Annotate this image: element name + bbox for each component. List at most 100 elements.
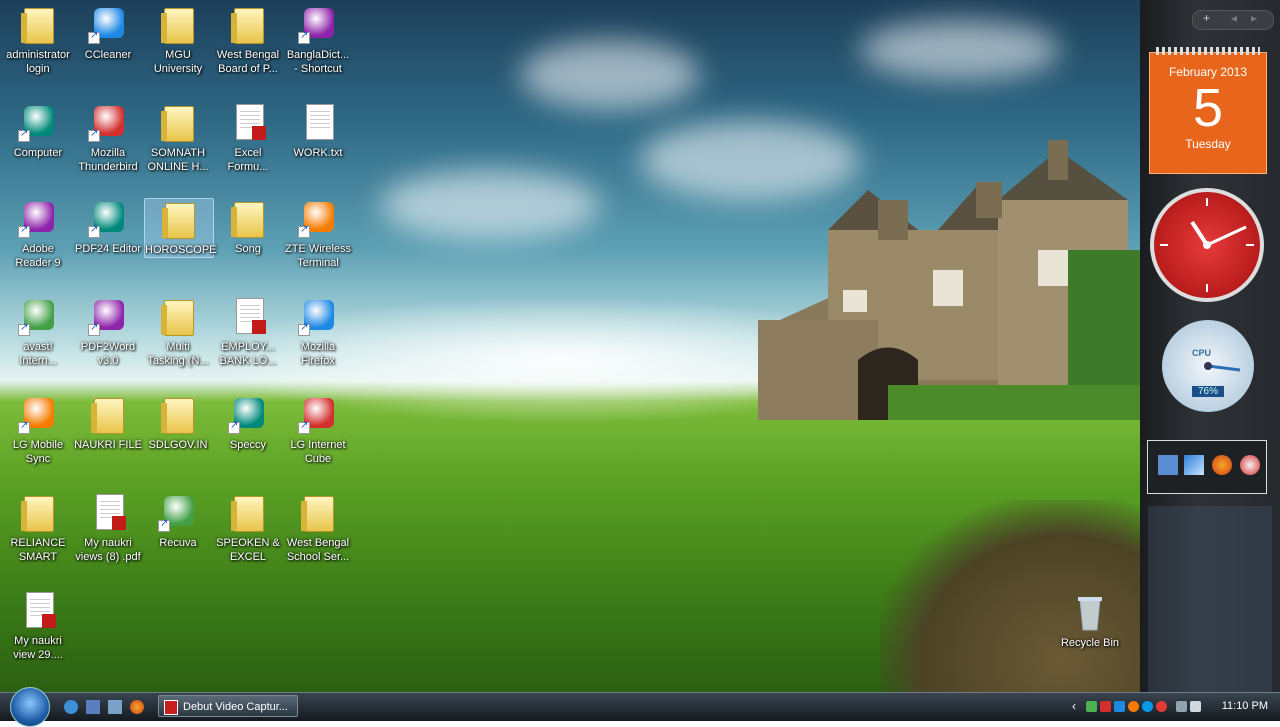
app-launcher-gadget — [1147, 440, 1267, 494]
desktop-icon-label: Mozilla Thunderbird — [78, 147, 138, 173]
desktop-icon-label: Excel Formu... — [227, 147, 269, 173]
desktop-icon-label: My naukri views (8) .pdf — [75, 537, 141, 563]
folder-icon — [158, 296, 198, 336]
desktop-icon[interactable]: My naukri views (8) .pdf — [74, 492, 142, 564]
desktop-icon[interactable]: ZTE Wireless Terminal — [284, 198, 352, 270]
application-icon — [18, 102, 58, 142]
internet-explorer-icon[interactable] — [64, 700, 78, 714]
pdf-file-icon — [228, 102, 268, 142]
desktop-icon-label: My naukri view 29.... — [13, 635, 63, 661]
switch-windows-icon[interactable] — [108, 700, 122, 714]
cpu-meter-gadget[interactable]: CPU 76% — [1162, 320, 1254, 412]
desktop-icon[interactable]: MGU University — [144, 4, 212, 76]
firefox-icon[interactable] — [1212, 455, 1232, 475]
desktop-icon[interactable]: Adobe Reader 9 — [4, 198, 72, 270]
desktop-icon-label: PDF24 Editor — [74, 243, 142, 255]
desktop-icon[interactable]: SOMNATH ONLINE H... — [144, 102, 212, 174]
desktop-icon[interactable]: administrator login — [4, 4, 72, 76]
application-icon — [88, 198, 128, 238]
desktop-icon-label: RELIANCE SMART — [10, 537, 66, 563]
desktop-icon[interactable]: PDF2Word v3.0 — [74, 296, 142, 368]
desktop-icon[interactable]: West Bengal Board of P... — [214, 4, 282, 76]
desktop-icon[interactable]: SPEOKEN & EXCEL — [214, 492, 282, 564]
taskbar-button-debut[interactable]: Debut Video Captur... — [158, 695, 298, 717]
desktop-icon-label: PDF2Word v3.0 — [80, 341, 136, 367]
desktop-icon-label: avast! Intern... — [19, 341, 57, 367]
tray-network-icon[interactable] — [1086, 701, 1097, 712]
desktop-icon[interactable]: Song — [214, 198, 282, 256]
application-icon — [158, 492, 198, 532]
desktop-icon[interactable]: LG Internet Cube — [284, 394, 352, 466]
desktop-icon[interactable]: SDLGOV.IN — [144, 394, 212, 452]
application-icon — [298, 198, 338, 238]
desktop-icon-label: EMPLOY... BANK LO... — [219, 341, 277, 367]
recycle-bin-icon[interactable]: Recycle Bin — [1056, 592, 1124, 650]
display-icon[interactable] — [1176, 701, 1187, 712]
folder-icon — [298, 492, 338, 532]
cloud — [380, 170, 600, 240]
desktop-icon[interactable]: My naukri view 29.... — [4, 590, 72, 662]
taskbar: Debut Video Captur... ‹ 11:10 PM — [0, 687, 1280, 727]
desktop-icon[interactable]: NAUKRI FILE — [74, 394, 142, 452]
desktop-icon[interactable]: CCleaner — [74, 4, 142, 62]
debut-app-icon — [164, 700, 178, 715]
desktop-icon-label: SDLGOV.IN — [148, 439, 208, 451]
desktop-icon-label: ZTE Wireless Terminal — [285, 243, 351, 269]
application-icon — [298, 4, 338, 44]
desktop-icon[interactable]: BanglaDict... - Shortcut — [284, 4, 352, 76]
desktop-icon[interactable]: West Bengal School Ser... — [284, 492, 352, 564]
firefox-quicklaunch-icon[interactable] — [130, 700, 144, 714]
pdf-file-icon — [18, 590, 58, 630]
desktop-icon[interactable]: Mozilla Firefox — [284, 296, 352, 368]
application-icon — [298, 296, 338, 336]
sidebar-controls[interactable]: + ◂ ▸ — [1192, 10, 1274, 30]
application-icon — [18, 198, 58, 238]
network-icon[interactable] — [1158, 455, 1178, 475]
desktop-icon-label: West Bengal Board of P... — [216, 49, 280, 75]
desktop-icon[interactable]: Multi Tasking (N... — [144, 296, 212, 368]
desktop-icon[interactable]: avast! Intern... — [4, 296, 72, 368]
desktop-icon[interactable]: LG Mobile Sync — [4, 394, 72, 466]
desktop-icon[interactable]: Recuva — [144, 492, 212, 550]
add-gadget-button[interactable]: + — [1203, 11, 1210, 25]
tray-update-icon[interactable] — [1156, 701, 1167, 712]
volume-icon[interactable] — [1190, 701, 1201, 712]
calendar-gadget[interactable]: February 2013 5 Tuesday — [1149, 47, 1267, 174]
windows-icon[interactable] — [1184, 455, 1204, 475]
desktop-icon-label: MGU University — [153, 49, 203, 75]
desktop-icon[interactable]: EMPLOY... BANK LO... — [214, 296, 282, 368]
tray-antivirus-icon[interactable] — [1142, 701, 1153, 712]
folder-icon — [158, 4, 198, 44]
desktop-icon[interactable]: WORK.txt — [284, 102, 352, 160]
windows-sidebar: + ◂ ▸ February 2013 5 Tuesday CPU 76% — [1140, 0, 1280, 692]
desktop-icon[interactable]: Mozilla Thunderbird — [74, 102, 142, 174]
next-arrow-icon[interactable]: ▸ — [1251, 11, 1257, 25]
desktop-icon[interactable]: Computer — [4, 102, 72, 160]
folder-icon — [228, 4, 268, 44]
system-tray: ‹ 11:10 PM — [1070, 693, 1280, 721]
desktop-icon-label: Computer — [13, 147, 63, 159]
taskbar-clock[interactable]: 11:10 PM — [1222, 700, 1268, 712]
clock-gadget[interactable] — [1150, 188, 1264, 302]
desktop-icon[interactable]: Excel Formu... — [214, 102, 282, 174]
desktop-icon[interactable]: RELIANCE SMART — [4, 492, 72, 564]
desktop-icon-label: NAUKRI FILE — [74, 439, 142, 451]
desktop-icon[interactable]: PDF24 Editor — [74, 198, 142, 256]
desktop-icon[interactable]: Speccy — [214, 394, 282, 452]
application-icon — [228, 394, 268, 434]
start-button[interactable] — [10, 687, 50, 727]
desktop-icon[interactable]: HOROSCOPE — [144, 198, 217, 258]
desktop-icon-label: WORK.txt — [293, 147, 343, 159]
pdf-file-icon — [228, 296, 268, 336]
show-desktop-icon[interactable] — [86, 700, 100, 714]
taskbar-button-label: Debut Video Captur... — [183, 701, 288, 713]
cpu-value: 76% — [1192, 386, 1224, 397]
tray-expand-icon[interactable]: ‹ — [1072, 699, 1076, 713]
tray-app-icon[interactable] — [1128, 701, 1139, 712]
tray-battery-icon[interactable] — [1100, 701, 1111, 712]
ccleaner-icon[interactable] — [1240, 455, 1260, 475]
desktop[interactable]: administrator login CCleaner MGU Universit… — [0, 0, 1140, 692]
prev-arrow-icon[interactable]: ◂ — [1231, 11, 1237, 25]
bluetooth-icon[interactable] — [1114, 701, 1125, 712]
desktop-icon-label: Song — [235, 243, 261, 255]
